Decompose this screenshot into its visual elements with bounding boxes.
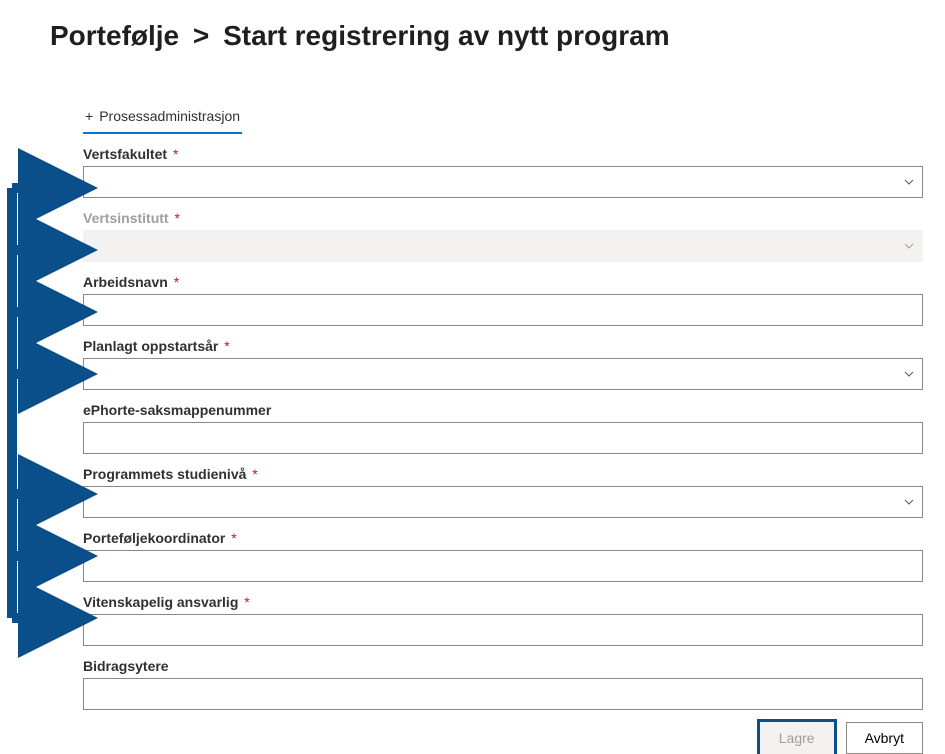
breadcrumb-leaf: Start registrering av nytt program: [223, 20, 670, 51]
chevron-down-icon: [904, 241, 914, 251]
label-text: Arbeidsnavn: [83, 274, 168, 290]
field-ephorte: ePhorte-saksmappenummer: [83, 402, 923, 454]
input-koordinator[interactable]: [83, 550, 923, 582]
cancel-button[interactable]: Avbryt: [846, 722, 923, 754]
label-ephorte: ePhorte-saksmappenummer: [83, 402, 923, 418]
form-container: + Prosessadministrasjon Vertsfakultet * …: [83, 102, 923, 754]
required-marker: *: [224, 338, 229, 354]
label-text: ePhorte-saksmappenummer: [83, 402, 271, 418]
field-planlagt-oppstartsaar: Planlagt oppstartsår *: [83, 338, 923, 390]
select-planlagt-oppstartsaar[interactable]: [83, 358, 923, 390]
required-marker: *: [244, 594, 249, 610]
label-studienivaa: Programmets studienivå *: [83, 466, 923, 482]
label-koordinator: Porteføljekoordinator *: [83, 530, 923, 546]
required-marker: *: [173, 146, 178, 162]
label-text: Bidragsytere: [83, 658, 169, 674]
select-vertsfakultet[interactable]: [83, 166, 923, 198]
label-bidragsytere: Bidragsytere: [83, 658, 923, 674]
plus-icon: +: [85, 108, 93, 124]
field-vertsinstitutt: Vertsinstitutt *: [83, 210, 923, 262]
tab-label: Prosessadministrasjon: [99, 108, 240, 124]
label-vertsinstitutt: Vertsinstitutt *: [83, 210, 923, 226]
field-koordinator: Porteføljekoordinator *: [83, 530, 923, 582]
breadcrumb-root[interactable]: Portefølje: [50, 20, 179, 51]
chevron-down-icon: [904, 497, 914, 507]
label-text: Planlagt oppstartsår: [83, 338, 218, 354]
label-vitenskapelig: Vitenskapelig ansvarlig *: [83, 594, 923, 610]
label-arbeidsnavn: Arbeidsnavn *: [83, 274, 923, 290]
label-text: Vitenskapelig ansvarlig: [83, 594, 238, 610]
page-title: Portefølje > Start registrering av nytt …: [0, 0, 945, 52]
required-marker: *: [231, 530, 236, 546]
select-studienivaa[interactable]: [83, 486, 923, 518]
field-vitenskapelig: Vitenskapelig ansvarlig *: [83, 594, 923, 646]
required-marker: *: [174, 274, 179, 290]
input-arbeidsnavn[interactable]: [83, 294, 923, 326]
required-marker: *: [252, 466, 257, 482]
input-bidragsytere[interactable]: [83, 678, 923, 710]
field-studienivaa: Programmets studienivå *: [83, 466, 923, 518]
label-text: Vertsfakultet: [83, 146, 167, 162]
field-bidragsytere: Bidragsytere: [83, 658, 923, 710]
input-ephorte[interactable]: [83, 422, 923, 454]
label-text: Vertsinstitutt: [83, 210, 169, 226]
save-button[interactable]: Lagre: [760, 722, 834, 754]
field-arbeidsnavn: Arbeidsnavn *: [83, 274, 923, 326]
tab-bar: + Prosessadministrasjon: [83, 102, 923, 134]
input-vitenskapelig[interactable]: [83, 614, 923, 646]
button-row: Lagre Avbryt: [83, 722, 923, 754]
required-marker: *: [174, 210, 179, 226]
breadcrumb-separator: >: [187, 20, 215, 51]
tab-prosessadministrasjon[interactable]: + Prosessadministrasjon: [83, 102, 242, 134]
select-vertsinstitutt: [83, 230, 923, 262]
label-planlagt-oppstartsaar: Planlagt oppstartsår *: [83, 338, 923, 354]
label-text: Porteføljekoordinator: [83, 530, 225, 546]
chevron-down-icon: [904, 369, 914, 379]
label-vertsfakultet: Vertsfakultet *: [83, 146, 923, 162]
label-text: Programmets studienivå: [83, 466, 246, 482]
chevron-down-icon: [904, 177, 914, 187]
field-vertsfakultet: Vertsfakultet *: [83, 146, 923, 198]
